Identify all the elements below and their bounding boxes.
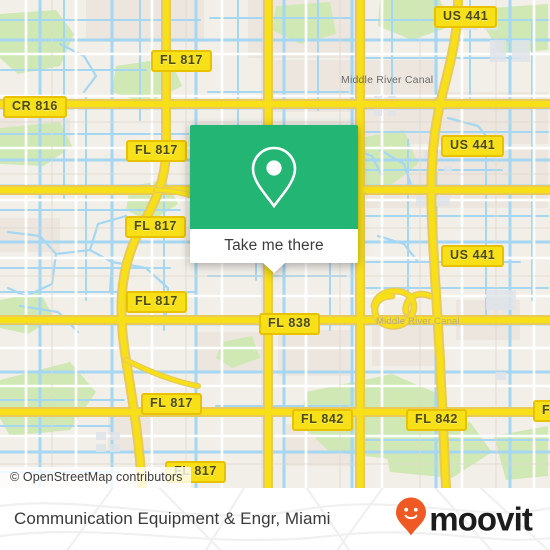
map-canvas[interactable]: .w { stroke:#a5d7f2; fill:none; stroke-l… <box>0 0 550 488</box>
map-attribution[interactable]: © OpenStreetMap contributors <box>0 467 191 488</box>
popup-pointer <box>263 263 285 273</box>
road-shield: FL 817 <box>125 216 186 238</box>
take-me-there-label: Take me there <box>224 237 324 254</box>
road-shield: FL 817 <box>126 291 187 313</box>
popup-action-row[interactable]: Take me there <box>190 229 358 263</box>
map-pin-icon <box>247 144 301 210</box>
road-shield: FL 817 <box>151 50 212 72</box>
road-shield: FL 817 <box>126 140 187 162</box>
road-shield: FL 838 <box>259 313 320 335</box>
road-shield: FL 842 <box>292 409 353 431</box>
water-label: Middle River Canal <box>341 74 434 86</box>
road-shield: FL 842 <box>406 409 467 431</box>
road-shield: FL 817 <box>141 393 202 415</box>
road-shield: FL <box>533 400 550 422</box>
moovit-wordmark: moovit <box>429 500 533 538</box>
moovit-pin-smiley-icon <box>396 497 427 541</box>
road-shield: US 441 <box>441 135 505 157</box>
moovit-logo[interactable]: moovit <box>396 497 533 541</box>
place-title: Communication Equipment & Engr, Miami <box>14 509 331 528</box>
footer-bar: Communication Equipment & Engr, Miami mo… <box>0 488 550 550</box>
moovit-place-map-card: .w { stroke:#a5d7f2; fill:none; stroke-l… <box>0 0 550 550</box>
road-shield: US 441 <box>441 245 505 267</box>
road-shield: US 441 <box>434 6 498 28</box>
road-shield: CR 816 <box>3 96 67 118</box>
place-popup-card[interactable]: Take me there <box>190 125 358 273</box>
popup-header <box>190 125 358 229</box>
water-label: Middle River Canal <box>376 316 460 327</box>
